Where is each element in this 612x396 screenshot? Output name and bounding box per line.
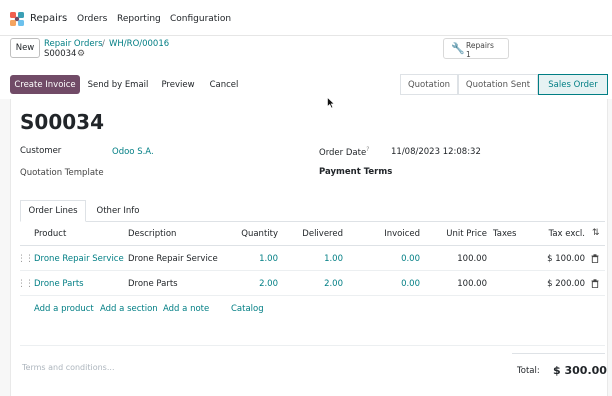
- order-date-label: Order Date?: [319, 146, 370, 158]
- column-tax-excl[interactable]: Tax excl.: [535, 229, 585, 239]
- row-delivered[interactable]: 1.00: [293, 254, 343, 264]
- row-product[interactable]: Drone Parts: [34, 279, 84, 289]
- breadcrumb-repair-orders[interactable]: Repair Orders: [44, 39, 103, 49]
- order-date-field[interactable]: 11/08/2023 12:08:32: [391, 147, 481, 157]
- new-button[interactable]: New: [10, 38, 40, 58]
- payment-terms-label: Payment Terms: [319, 167, 393, 177]
- wrench-icon: 🔧: [451, 42, 465, 55]
- quotation-template-label: Quotation Template: [20, 168, 104, 178]
- row-subtotal: $ 200.00: [547, 279, 585, 289]
- row-unit-price[interactable]: 100.00: [437, 254, 487, 264]
- status-sales-order[interactable]: Sales Order: [538, 74, 608, 95]
- catalog-button[interactable]: Catalog: [231, 304, 264, 314]
- cancel-button[interactable]: Cancel: [204, 75, 244, 94]
- gear-icon[interactable]: ⚙: [77, 49, 85, 59]
- row-subtotal: $ 100.00: [547, 254, 585, 264]
- add-note-link[interactable]: Add a note: [163, 304, 209, 314]
- preview-button[interactable]: Preview: [156, 75, 200, 94]
- form-sheet: [10, 99, 608, 396]
- terms-divider: [20, 345, 605, 346]
- row-divider: [20, 270, 605, 271]
- menu-reporting[interactable]: Reporting: [117, 14, 161, 24]
- drag-handle-icon[interactable]: ⋮⋮: [17, 279, 34, 289]
- column-delivered[interactable]: Delivered: [293, 229, 343, 239]
- row-invoiced[interactable]: 0.00: [370, 254, 420, 264]
- customer-field[interactable]: Odoo S.A.: [112, 147, 154, 157]
- send-by-email-button[interactable]: Send by Email: [85, 75, 151, 94]
- total-label: Total:: [517, 366, 540, 376]
- column-unit-price[interactable]: Unit Price: [437, 229, 487, 239]
- repairs-app-icon[interactable]: [10, 12, 24, 26]
- add-section-link[interactable]: Add a section: [100, 304, 158, 314]
- row-invoiced[interactable]: 0.00: [370, 279, 420, 289]
- total-amount: $ 300.00: [553, 364, 607, 377]
- row-quantity[interactable]: 1.00: [228, 254, 278, 264]
- row-unit-price[interactable]: 100.00: [437, 279, 487, 289]
- delete-line-icon[interactable]: [591, 254, 599, 263]
- column-taxes[interactable]: Taxes: [493, 229, 516, 239]
- top-navbar: Repairs Orders Reporting Configuration: [0, 0, 612, 36]
- breadcrumb-current-record: S00034: [44, 49, 77, 59]
- status-quotation[interactable]: Quotation: [400, 74, 458, 95]
- row-divider: [20, 295, 605, 296]
- table-header-divider: [20, 245, 605, 246]
- smart-button-label: Repairs: [466, 41, 494, 50]
- column-invoiced[interactable]: Invoiced: [370, 229, 420, 239]
- menu-orders[interactable]: Orders: [77, 14, 107, 24]
- terms-and-conditions-field[interactable]: Terms and conditions...: [22, 363, 114, 372]
- app-name[interactable]: Repairs: [30, 13, 67, 24]
- help-tooltip-icon[interactable]: ?: [366, 146, 369, 153]
- record-title: S00034: [20, 110, 104, 134]
- tab-order-lines[interactable]: Order Lines: [20, 200, 86, 222]
- row-product[interactable]: Drone Repair Service: [34, 254, 124, 264]
- optional-columns-toggle-icon[interactable]: ⇅: [592, 228, 600, 238]
- column-quantity[interactable]: Quantity: [228, 229, 278, 239]
- total-divider: [512, 353, 605, 354]
- repairs-smart-button[interactable]: 🔧 Repairs 1: [443, 38, 509, 59]
- smart-button-count: 1: [466, 50, 471, 59]
- drag-handle-icon[interactable]: ⋮⋮: [17, 254, 34, 264]
- create-invoice-button[interactable]: Create Invoice: [10, 75, 80, 94]
- column-description[interactable]: Description: [128, 229, 176, 239]
- delete-line-icon[interactable]: [591, 279, 599, 288]
- row-delivered[interactable]: 2.00: [293, 279, 343, 289]
- mouse-cursor-icon: [327, 97, 335, 109]
- row-quantity[interactable]: 2.00: [228, 279, 278, 289]
- row-description[interactable]: Drone Repair Service: [128, 254, 218, 264]
- status-quotation-sent[interactable]: Quotation Sent: [458, 74, 538, 95]
- add-product-link[interactable]: Add a product: [34, 304, 94, 314]
- tab-other-info[interactable]: Other Info: [87, 200, 149, 222]
- menu-configuration[interactable]: Configuration: [170, 14, 231, 24]
- breadcrumb-repair-record[interactable]: WH/RO/00016: [109, 39, 169, 49]
- breadcrumb-separator: /: [102, 39, 105, 49]
- column-product[interactable]: Product: [34, 229, 66, 239]
- customer-label: Customer: [20, 146, 62, 156]
- row-description[interactable]: Drone Parts: [128, 279, 178, 289]
